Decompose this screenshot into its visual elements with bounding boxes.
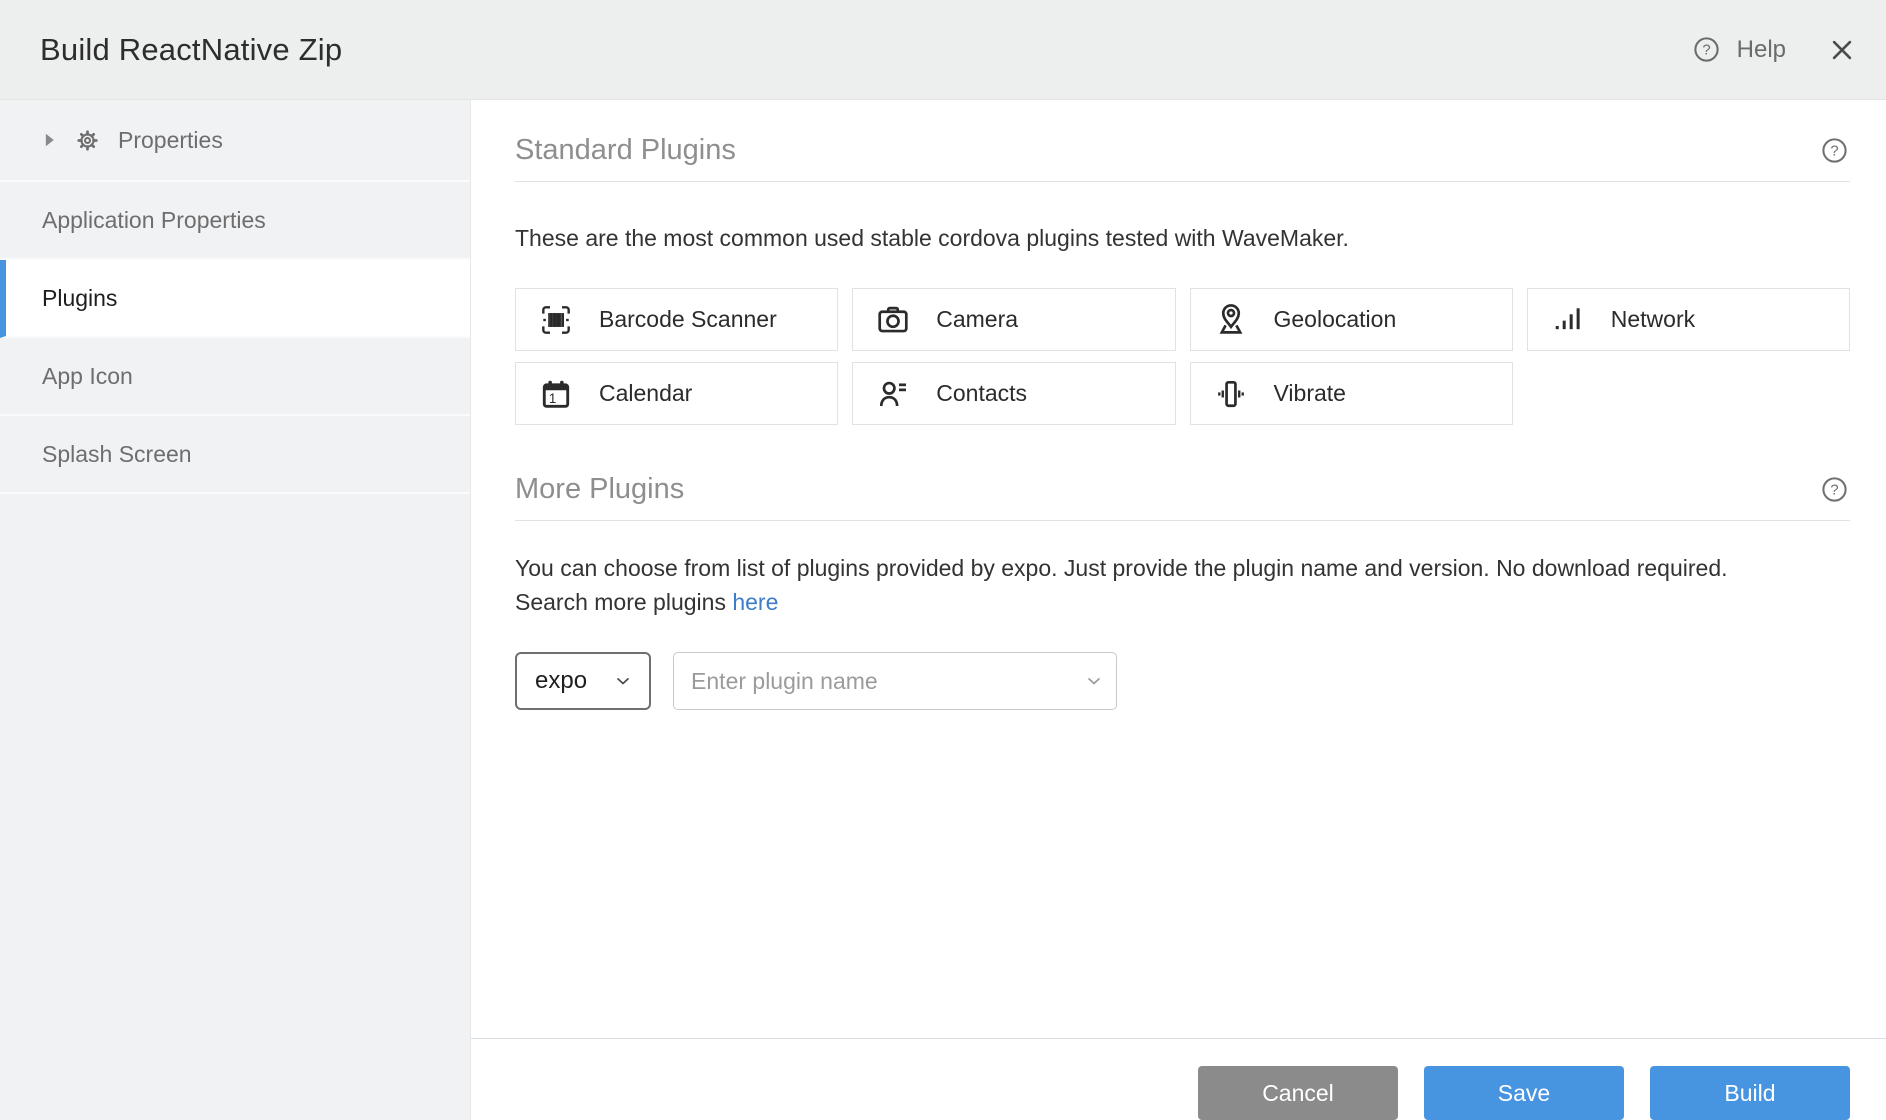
close-icon [1828, 36, 1856, 64]
plugin-card-network[interactable]: Network [1527, 288, 1850, 351]
spacer [471, 710, 1886, 1038]
sidebar-item-splash-screen[interactable]: Splash Screen [0, 416, 470, 494]
plugin-card-calendar[interactable]: 1 Calendar [515, 362, 838, 425]
sidebar-item-label: App Icon [42, 363, 133, 390]
save-button[interactable]: Save [1424, 1066, 1624, 1120]
contacts-icon [874, 375, 912, 413]
plugin-name-input[interactable] [673, 652, 1117, 710]
plugin-label: Camera [936, 306, 1018, 333]
plugin-label: Barcode Scanner [599, 306, 777, 333]
plugin-card-camera[interactable]: Camera [852, 288, 1175, 351]
more-plugins-divider [515, 520, 1850, 521]
more-plugins-controls: expo [515, 652, 1850, 710]
geolocation-icon [1212, 301, 1250, 339]
sidebar-item-label: Properties [118, 127, 223, 154]
network-signal-icon [1549, 301, 1587, 339]
build-button[interactable]: Build [1650, 1066, 1850, 1120]
standard-plugins-divider [515, 181, 1850, 182]
plugin-label: Vibrate [1274, 380, 1346, 407]
svg-text:?: ? [1830, 144, 1838, 160]
search-more-plugins-text: Search more plugins [515, 589, 732, 615]
vibrate-icon [1212, 375, 1250, 413]
plugin-card-vibrate[interactable]: Vibrate [1190, 362, 1513, 425]
dialog-header: Build ReactNative Zip ? Help [0, 0, 1886, 100]
camera-icon [874, 301, 912, 339]
plugin-card-barcode-scanner[interactable]: Barcode Scanner [515, 288, 838, 351]
dialog-footer: Cancel Save Build [471, 1038, 1886, 1120]
sidebar: Properties Application Properties Plugin… [0, 100, 471, 1120]
gear-icon [74, 127, 101, 154]
plugin-label: Geolocation [1274, 306, 1397, 333]
build-reactnative-dialog: Build ReactNative Zip ? Help [0, 0, 1886, 1120]
registry-select-value: expo [535, 667, 587, 695]
help-label: Help [1737, 36, 1786, 64]
plugin-name-field-wrap [673, 652, 1117, 710]
registry-select[interactable]: expo [515, 652, 651, 710]
chevron-down-icon [613, 671, 633, 691]
page-title: Build ReactNative Zip [40, 32, 342, 68]
sidebar-item-plugins[interactable]: Plugins [0, 260, 470, 338]
standard-plugins-grid: Barcode Scanner Camera [515, 288, 1850, 425]
more-plugins-help-icon[interactable]: ? [1819, 474, 1850, 505]
sidebar-item-application-properties[interactable]: Application Properties [0, 182, 470, 260]
help-button[interactable]: ? Help [1691, 34, 1786, 65]
plugin-card-geolocation[interactable]: Geolocation [1190, 288, 1513, 351]
more-plugins-description-text: You can choose from list of plugins prov… [515, 555, 1728, 581]
standard-plugins-description: These are the most common used stable co… [515, 221, 1850, 255]
standard-plugins-help-icon[interactable]: ? [1819, 135, 1850, 166]
plugin-label: Contacts [936, 380, 1027, 407]
plugin-card-contacts[interactable]: Contacts [852, 362, 1175, 425]
sidebar-item-label: Splash Screen [42, 441, 192, 468]
help-circle-icon: ? [1691, 34, 1722, 65]
close-button[interactable] [1828, 36, 1856, 64]
caret-right-icon [40, 130, 60, 150]
sidebar-item-properties[interactable]: Properties [0, 100, 470, 182]
more-plugins-description: You can choose from list of plugins prov… [515, 551, 1850, 619]
calendar-icon: 1 [537, 375, 575, 413]
cancel-button[interactable]: Cancel [1198, 1066, 1398, 1120]
sidebar-item-app-icon[interactable]: App Icon [0, 338, 470, 416]
barcode-icon [537, 301, 575, 339]
plugin-label: Calendar [599, 380, 692, 407]
svg-text:?: ? [1830, 483, 1838, 499]
svg-text:1: 1 [549, 390, 556, 405]
standard-plugins-title: Standard Plugins [515, 134, 736, 167]
plugin-label: Network [1611, 306, 1695, 333]
sidebar-item-label: Plugins [42, 285, 117, 312]
svg-text:?: ? [1702, 43, 1710, 59]
more-plugins-title: More Plugins [515, 473, 684, 506]
main-panel: Standard Plugins ? These are the most co… [471, 100, 1886, 1120]
sidebar-item-label: Application Properties [42, 207, 266, 234]
search-plugins-here-link[interactable]: here [732, 589, 778, 615]
